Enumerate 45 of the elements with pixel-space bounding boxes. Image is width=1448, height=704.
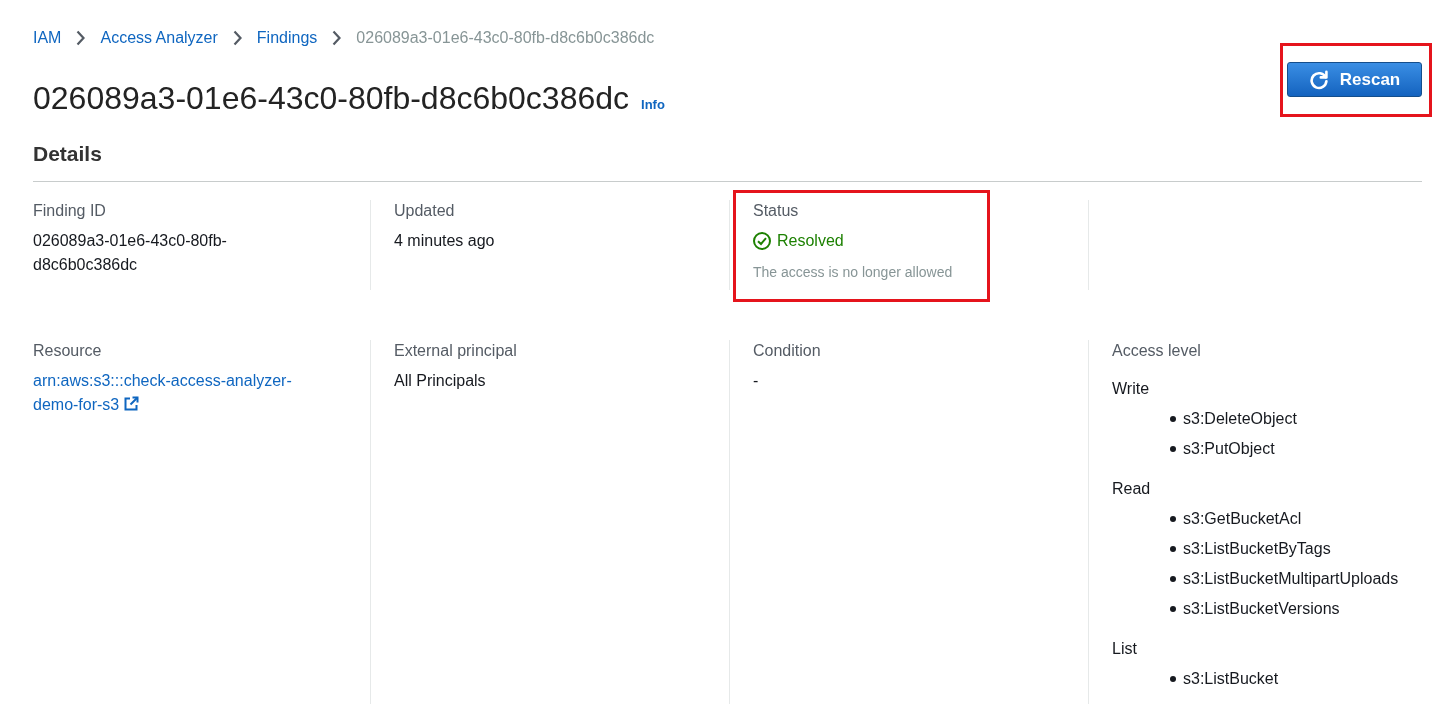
- field-value: All Principals: [394, 371, 487, 391]
- check-circle-icon: [753, 232, 771, 250]
- page-title: 026089a3-01e6-43c0-80fb-d8c6b0c386dc: [33, 79, 630, 118]
- field-value: -: [753, 371, 760, 391]
- chevron-right-icon: [332, 30, 342, 46]
- bullet-icon: [1170, 516, 1176, 522]
- breadcrumb-link[interactable]: Findings: [256, 28, 318, 48]
- breadcrumb-link[interactable]: IAM: [33, 28, 62, 48]
- resource-link[interactable]: arn:aws:s3:::check-access-analyzer-demo-for-s3: [33, 369, 313, 417]
- action-name: s3:ListBucket: [1183, 669, 1279, 689]
- action-name: s3:ListBucketMultipartUploads: [1183, 569, 1399, 589]
- field-label: External principal: [394, 341, 518, 361]
- breadcrumb-link[interactable]: Access Analyzer: [100, 28, 218, 48]
- bullet-icon: [1170, 676, 1176, 682]
- refresh-icon: [1308, 69, 1329, 90]
- chevron-right-icon: [76, 30, 86, 46]
- access-group-label: List: [1112, 639, 1138, 659]
- status-text: Resolved: [777, 231, 844, 251]
- breadcrumb-current: 026089a3-01e6-43c0-80fb-d8c6b0c386dc: [356, 28, 655, 48]
- bullet-icon: [1170, 546, 1176, 552]
- field-value: 026089a3-01e6-43c0-80fb-d8c6b0c386dc: [33, 231, 228, 275]
- bullet-icon: [1170, 606, 1176, 612]
- field-label: Finding ID: [33, 201, 107, 221]
- info-link[interactable]: Info: [641, 97, 665, 112]
- field-label: Access level: [1112, 341, 1202, 361]
- field-label: Updated: [394, 201, 456, 221]
- action-name: s3:PutObject: [1183, 439, 1275, 459]
- access-group-label: Read: [1112, 479, 1152, 499]
- field-label: Resource: [33, 341, 103, 361]
- section-heading: Details: [33, 140, 1422, 182]
- action-name: s3:DeleteObject: [1183, 409, 1297, 429]
- status-note: The access is no longer allowed: [753, 263, 954, 281]
- bullet-icon: [1170, 416, 1176, 422]
- bullet-icon: [1170, 576, 1176, 582]
- chevron-right-icon: [232, 30, 242, 46]
- action-name: s3:ListBucketByTags: [1183, 539, 1331, 559]
- field-label: Status: [753, 201, 800, 221]
- action-name: s3:GetBucketAcl: [1183, 509, 1302, 529]
- access-group-label: Write: [1112, 379, 1151, 399]
- rescan-button[interactable]: Rescan: [1287, 62, 1422, 97]
- bullet-icon: [1170, 446, 1176, 452]
- field-value: 4 minutes ago: [394, 231, 496, 251]
- field-label: Condition: [753, 341, 822, 361]
- action-name: s3:ListBucketVersions: [1183, 599, 1340, 619]
- external-link-icon: [123, 396, 140, 412]
